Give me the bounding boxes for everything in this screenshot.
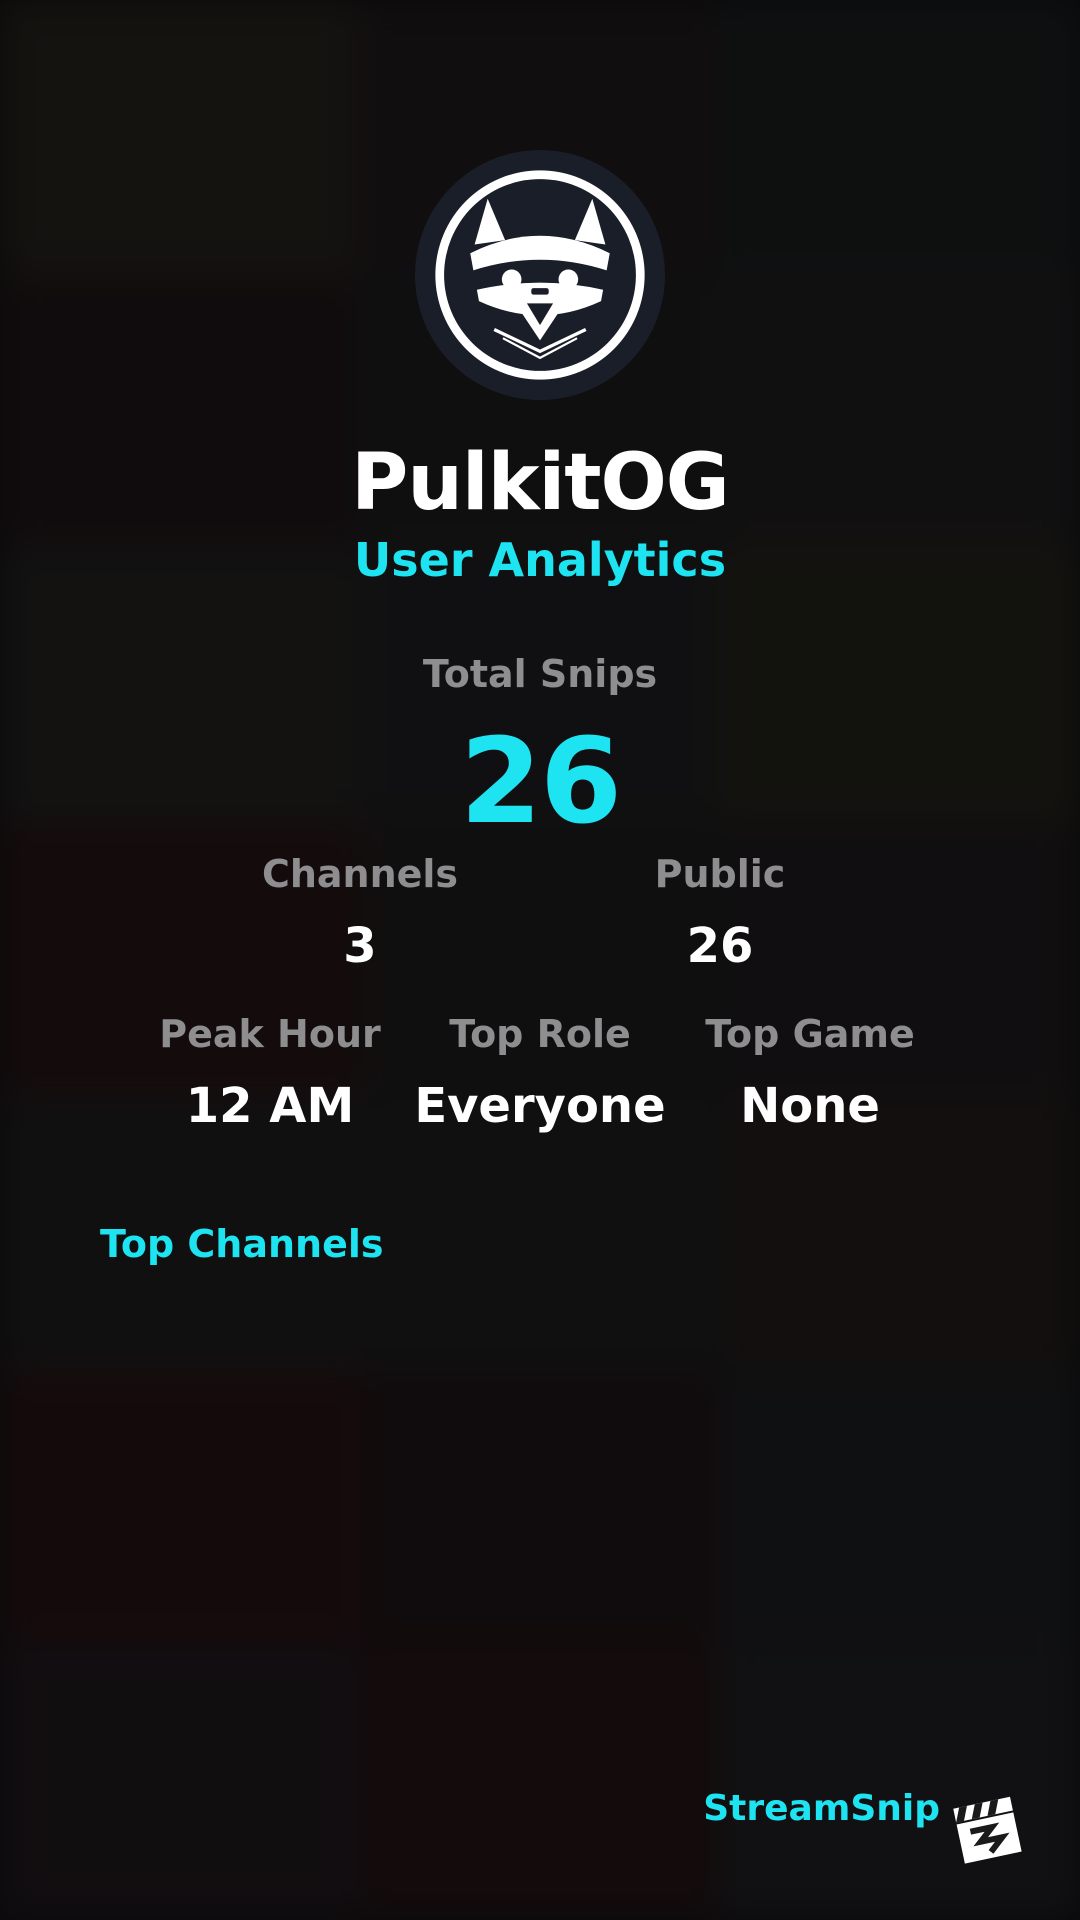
- total-snips-value: 26: [459, 712, 622, 850]
- public-stat: Public 26: [570, 852, 870, 974]
- public-label: Public: [654, 852, 786, 896]
- top-role-value: Everyone: [414, 1078, 666, 1134]
- peak-hour-label: Peak Hour: [159, 1012, 381, 1056]
- total-snips-label: Total Snips: [422, 652, 658, 696]
- peak-hour-value: 12 AM: [185, 1078, 355, 1134]
- public-value: 26: [686, 918, 754, 974]
- username: PulkitOG: [351, 438, 730, 528]
- top-channels-heading: Top Channels: [100, 1222, 384, 1266]
- clapperboard-icon: [953, 1796, 1022, 1864]
- brand-name: StreamSnip: [703, 1788, 940, 1829]
- analytics-card: PulkitOG User Analytics Total Snips 26 C…: [0, 0, 1080, 1920]
- top-game-label: Top Game: [705, 1012, 915, 1056]
- top-game-stat: Top Game None: [680, 1012, 940, 1134]
- avatar: [415, 150, 665, 400]
- top-role-label: Top Role: [449, 1012, 631, 1056]
- top-game-value: None: [740, 1078, 880, 1134]
- channels-label: Channels: [261, 852, 459, 896]
- channels-value: 3: [343, 918, 377, 974]
- channels-stat: Channels 3: [210, 852, 510, 974]
- raccoon-mascot-icon: [435, 170, 645, 380]
- page-subtitle: User Analytics: [353, 533, 727, 587]
- top-role-stat: Top Role Everyone: [410, 1012, 670, 1134]
- peak-hour-stat: Peak Hour 12 AM: [140, 1012, 400, 1134]
